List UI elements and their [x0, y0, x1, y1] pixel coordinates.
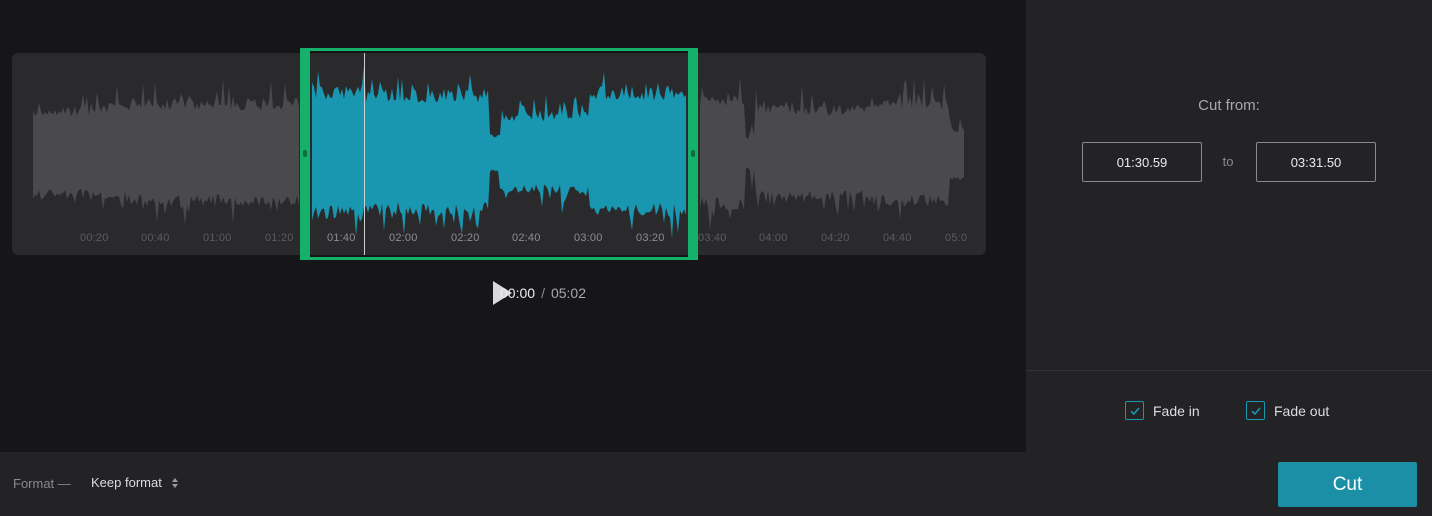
fade-out-checkbox[interactable]: Fade out	[1246, 401, 1329, 420]
time-tick: 04:40	[883, 232, 912, 244]
audio-cutter-app: 00:20 00:40 01:00 01:20 01:40 02:00 02:2…	[0, 0, 1432, 516]
time-tick: 03:40	[698, 232, 727, 244]
waveform-selected	[312, 66, 686, 239]
bottom-bar: Format — Keep format Cut	[0, 452, 1432, 516]
handle-grip-icon	[303, 150, 307, 157]
format-value: Keep format	[91, 475, 162, 490]
cut-settings-panel: Cut from: to Fade in Fade out	[1026, 0, 1432, 452]
selection-end-handle[interactable]	[688, 48, 698, 260]
time-tick: 02:20	[451, 232, 480, 244]
time-tick: 03:20	[636, 232, 665, 244]
fade-out-label: Fade out	[1274, 402, 1330, 419]
handle-grip-icon	[691, 150, 695, 157]
fade-in-label: Fade in	[1153, 402, 1200, 419]
format-label: Format —	[13, 476, 71, 491]
cut-from-label: Cut from:	[1198, 97, 1260, 114]
checkmark-icon	[1250, 406, 1261, 415]
waveform[interactable]	[0, 0, 1026, 300]
start-time-input[interactable]	[1082, 142, 1202, 182]
time-tick: 04:00	[759, 232, 788, 244]
waveform-unselected-right	[700, 76, 964, 230]
time-tick: 00:20	[80, 232, 109, 244]
cut-button[interactable]: Cut	[1278, 462, 1417, 507]
time-tick: 04:20	[821, 232, 850, 244]
time-tick: 05:0	[945, 232, 968, 244]
total-duration: 05:02	[550, 285, 586, 301]
time-tick: 02:00	[389, 232, 418, 244]
time-tick: 01:40	[327, 232, 356, 244]
format-select[interactable]: Keep format	[91, 475, 178, 490]
sort-arrows-icon	[171, 477, 178, 488]
end-time-input[interactable]	[1256, 142, 1376, 182]
panel-divider	[1026, 370, 1432, 371]
fade-in-checkbox[interactable]: Fade in	[1125, 401, 1200, 420]
selection-start-handle[interactable]	[300, 48, 310, 260]
waveform-editor: 00:20 00:40 01:00 01:20 01:40 02:00 02:2…	[0, 0, 1026, 452]
time-tick: 01:00	[203, 232, 232, 244]
to-label: to	[1222, 154, 1234, 169]
time-separator: /	[541, 285, 545, 301]
waveform-unselected-left	[33, 79, 299, 226]
time-tick: 00:40	[141, 232, 170, 244]
time-tick: 03:00	[574, 232, 603, 244]
current-time: 00:00	[500, 285, 536, 301]
checkbox-box[interactable]	[1246, 401, 1265, 420]
playhead[interactable]	[364, 53, 365, 255]
checkbox-box[interactable]	[1125, 401, 1144, 420]
checkmark-icon	[1129, 406, 1140, 415]
time-display: 00:00 / 05:02	[500, 285, 586, 301]
time-tick: 02:40	[512, 232, 541, 244]
time-tick: 01:20	[265, 232, 294, 244]
